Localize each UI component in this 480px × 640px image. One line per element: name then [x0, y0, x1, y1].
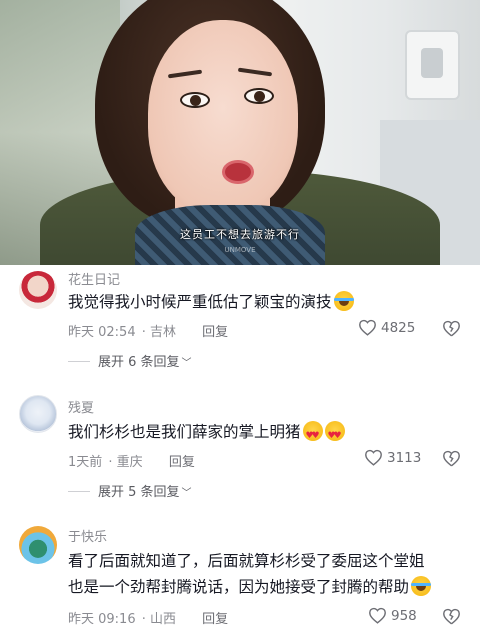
comment-text-body: 也是一个劲帮封腾说话，因为她接受了封腾的帮助: [68, 578, 410, 596]
tears-of-joy-emoji: [333, 291, 354, 311]
comment-text: 我觉得我小时候严重低估了颖宝的演技: [68, 289, 468, 315]
dislike-button[interactable]: [442, 450, 461, 471]
like-count: 958: [391, 608, 417, 624]
like-button[interactable]: 958: [368, 607, 417, 624]
right-eye: [244, 88, 274, 104]
comment-text: 看了后面就知道了，后面就算杉杉受了委屈这个堂姐 也是一个劲帮封腾说话，因为她接受…: [68, 548, 468, 600]
comment-text-line: 看了后面就知道了，后面就算杉杉受了委屈这个堂姐: [68, 552, 425, 570]
left-eye: [180, 92, 210, 108]
like-count: 3113: [387, 450, 422, 466]
comment-item: 花生日记 我觉得我小时候严重低估了颖宝的演技 昨天 02:54 · 吉林 回复 …: [0, 265, 480, 383]
like-button[interactable]: 3113: [364, 449, 421, 466]
avatar[interactable]: [19, 526, 57, 564]
heart-eyes-emoji: [324, 421, 345, 449]
divider-line: [68, 491, 90, 492]
dislike-button[interactable]: [442, 608, 461, 629]
avatar[interactable]: [19, 395, 57, 433]
comment-text-line: 也是一个劲帮封腾说话，因为她接受了封腾的帮助: [68, 574, 468, 600]
reply-button[interactable]: 回复: [202, 612, 228, 627]
like-button[interactable]: 4825: [358, 319, 415, 336]
comment-item: 于快乐 看了后面就知道了，后面就算杉杉受了委屈这个堂姐 也是一个劲帮封腾说话，因…: [0, 524, 480, 640]
divider-line: [68, 361, 90, 362]
comment-location: · 重庆: [108, 455, 143, 470]
heart-icon: [365, 449, 382, 466]
broken-heart-icon: [443, 608, 460, 625]
comment-text-body: 我觉得我小时候严重低估了颖宝的演技: [68, 293, 332, 311]
comment-meta: 昨天 09:16 · 山西 回复: [68, 608, 228, 627]
reply-button[interactable]: 回复: [169, 455, 195, 470]
comment-username[interactable]: 残夏: [68, 397, 94, 416]
heart-eyes-emoji: [302, 421, 323, 449]
comment-time: 1天前: [68, 455, 103, 470]
video-watermark: UNMOVE: [224, 246, 256, 254]
expand-replies-label: 展开 6 条回复: [98, 355, 180, 370]
comment-text: 我们杉杉也是我们薛家的掌上明猪: [68, 419, 468, 449]
wall-device: [405, 30, 460, 100]
expand-replies-button[interactable]: 展开 5 条回复 ﹀: [68, 481, 192, 500]
comment-username[interactable]: 于快乐: [68, 526, 107, 545]
video-frame[interactable]: 这员工不想去旅游不行 UNMOVE: [0, 0, 480, 265]
chevron-down-icon: ﹀: [181, 488, 192, 499]
face: [148, 20, 298, 215]
tears-of-joy-emoji: [411, 576, 432, 596]
avatar[interactable]: [19, 271, 57, 309]
like-count: 4825: [381, 320, 416, 336]
broken-heart-icon: [443, 320, 460, 337]
comment-location: · 吉林: [141, 325, 177, 340]
heart-icon: [359, 319, 376, 336]
broken-heart-icon: [443, 450, 460, 467]
comment-time: 昨天 09:16: [68, 612, 136, 627]
comment-meta: 1天前 · 重庆 回复: [68, 451, 195, 470]
chevron-down-icon: ﹀: [181, 358, 192, 369]
expand-replies-button[interactable]: 展开 6 条回复 ﹀: [68, 351, 192, 370]
comment-time: 昨天 02:54: [68, 325, 136, 340]
comment-username[interactable]: 花生日记: [68, 269, 120, 288]
comment-meta: 昨天 02:54 · 吉林 回复: [68, 321, 228, 340]
dislike-button[interactable]: [442, 320, 461, 341]
expand-replies-label: 展开 5 条回复: [98, 485, 180, 500]
comment-text-body: 我们杉杉也是我们薛家的掌上明猪: [68, 423, 301, 441]
video-subtitle: 这员工不想去旅游不行: [180, 228, 300, 241]
reply-button[interactable]: 回复: [202, 325, 228, 340]
heart-icon: [369, 607, 386, 624]
comment-location: · 山西: [141, 612, 177, 627]
mouth: [222, 160, 254, 184]
comment-item: 残夏 我们杉杉也是我们薛家的掌上明猪 1天前 · 重庆 回复 3113 展开 5…: [0, 393, 480, 511]
